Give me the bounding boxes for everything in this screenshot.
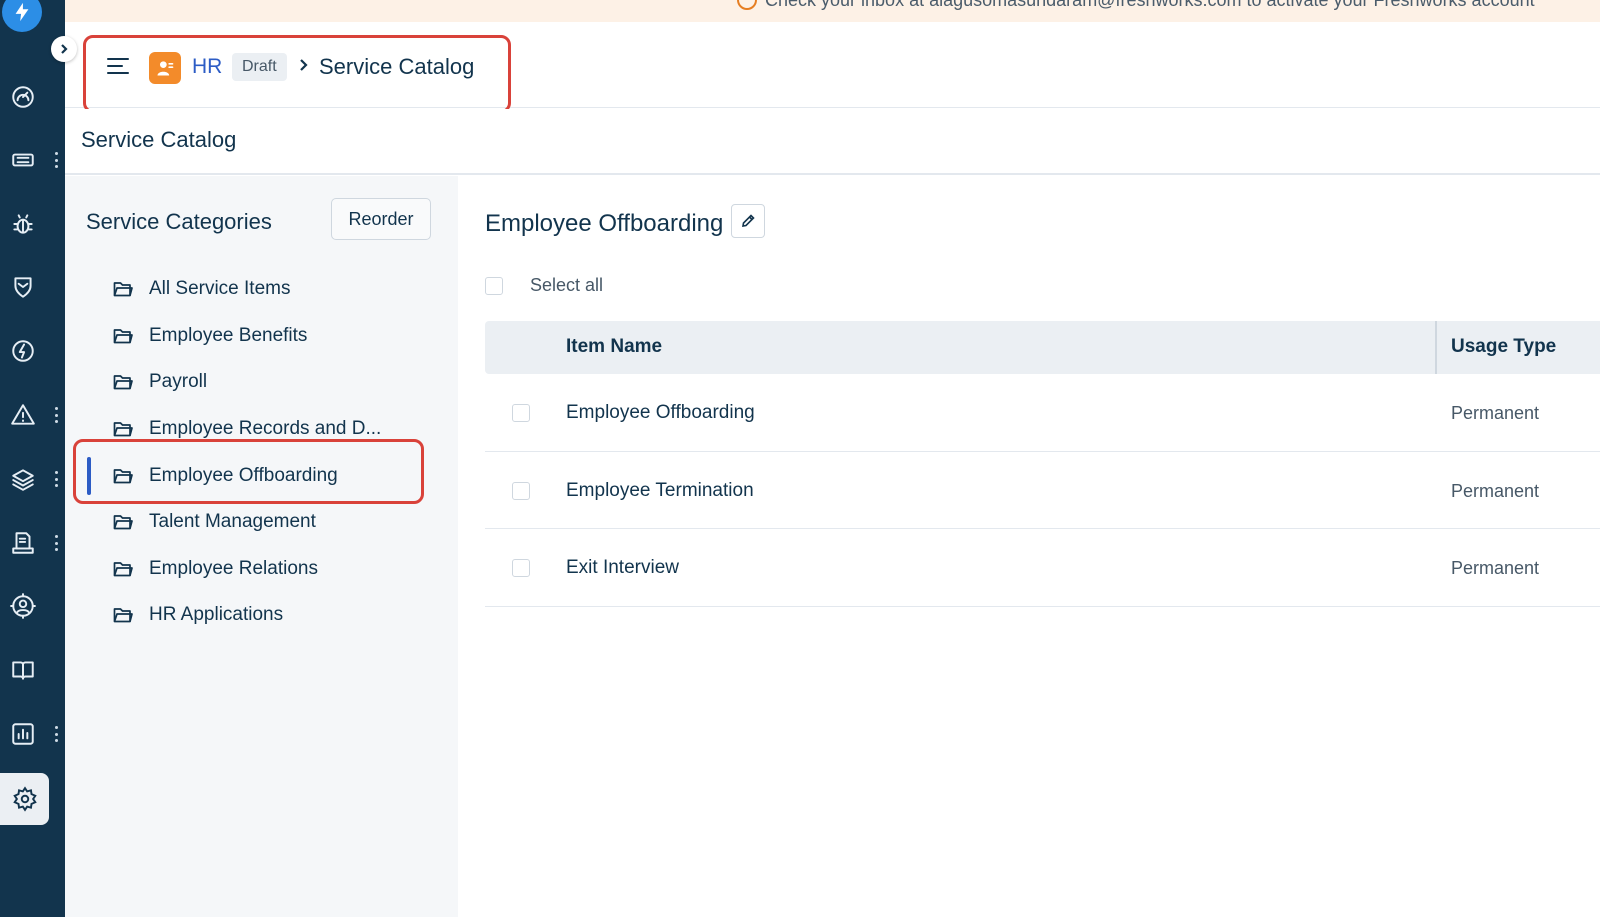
page-subheader: Service Catalog bbox=[65, 109, 1600, 175]
table-header: Item Name Usage Type bbox=[485, 321, 1600, 374]
category-item-hr-applications[interactable]: HR Applications bbox=[65, 592, 458, 639]
reorder-button[interactable]: Reorder bbox=[331, 198, 431, 240]
chevron-right-icon bbox=[297, 58, 311, 72]
expand-nav-chevron-icon[interactable] bbox=[51, 36, 77, 62]
hamburger-menu-icon[interactable] bbox=[107, 56, 131, 76]
user-circle-icon[interactable] bbox=[6, 589, 40, 623]
folder-icon bbox=[113, 280, 133, 298]
info-icon bbox=[737, 0, 757, 10]
service-categories-panel: Service Categories Reorder All Service I… bbox=[65, 176, 458, 917]
reports-icon[interactable] bbox=[6, 717, 40, 751]
folder-icon bbox=[113, 560, 133, 578]
bug-icon[interactable] bbox=[6, 207, 40, 241]
usage-type-cell: Permanent bbox=[1451, 403, 1540, 423]
category-label: Employee Benefits bbox=[149, 324, 308, 346]
select-all-label: Select all bbox=[530, 275, 604, 295]
category-label: Payroll bbox=[149, 371, 208, 393]
select-all-checkbox[interactable] bbox=[485, 276, 503, 295]
ticket-icon[interactable] bbox=[6, 143, 40, 177]
book-icon[interactable] bbox=[6, 653, 40, 687]
category-items-panel: Employee Offboarding Select all Item Nam… bbox=[458, 176, 1600, 917]
category-label: Talent Management bbox=[149, 511, 316, 533]
edit-category-button[interactable] bbox=[731, 204, 765, 238]
category-label: Employee Relations bbox=[149, 557, 318, 579]
alert-more-icon[interactable] bbox=[50, 405, 62, 425]
row-checkbox[interactable] bbox=[512, 481, 530, 500]
category-label: Employee Records and D... bbox=[149, 418, 382, 440]
item-name-cell[interactable]: Employee Termination bbox=[566, 480, 754, 502]
column-header-usage-type[interactable]: Usage Type bbox=[1451, 336, 1556, 358]
table-row[interactable]: Employee Offboarding Permanent bbox=[485, 374, 1600, 452]
table-row[interactable]: Employee Termination Permanent bbox=[485, 452, 1600, 529]
service-items-table: Item Name Usage Type Employee Offboardin… bbox=[485, 321, 1600, 607]
layers-icon[interactable] bbox=[6, 462, 40, 496]
shield-icon[interactable] bbox=[6, 270, 40, 304]
category-item-employee-records[interactable]: Employee Records and D... bbox=[65, 406, 458, 453]
folder-icon bbox=[113, 373, 133, 391]
logo-bolt-icon[interactable] bbox=[2, 0, 42, 32]
category-list: All Service Items Employee Benefits Payr… bbox=[65, 266, 458, 639]
select-all[interactable]: Select all bbox=[485, 275, 603, 296]
folder-icon bbox=[113, 467, 133, 485]
table-row[interactable]: Exit Interview Permanent bbox=[485, 529, 1600, 607]
document-more-icon[interactable] bbox=[50, 533, 62, 553]
category-item-employee-relations[interactable]: Employee Relations bbox=[65, 546, 458, 593]
category-item-payroll[interactable]: Payroll bbox=[65, 359, 458, 406]
layers-more-icon[interactable] bbox=[50, 469, 62, 489]
column-divider[interactable] bbox=[1435, 321, 1437, 374]
dashboard-icon[interactable] bbox=[6, 80, 40, 114]
hr-workspace-icon bbox=[149, 52, 181, 84]
alert-icon[interactable] bbox=[6, 398, 40, 432]
row-checkbox[interactable] bbox=[512, 404, 530, 422]
column-header-item-name[interactable]: Item Name bbox=[566, 336, 662, 358]
category-item-all-service-items[interactable]: All Service Items bbox=[65, 266, 458, 313]
breadcrumb-hr-link[interactable]: HR bbox=[192, 55, 222, 79]
category-item-talent-management[interactable]: Talent Management bbox=[65, 499, 458, 546]
folder-icon bbox=[113, 513, 133, 531]
category-title: Employee Offboarding bbox=[485, 210, 724, 237]
item-name-cell[interactable]: Exit Interview bbox=[566, 557, 679, 579]
settings-icon[interactable] bbox=[0, 773, 49, 825]
page-title: Service Catalog bbox=[81, 127, 237, 152]
usage-type-cell: Permanent bbox=[1451, 558, 1540, 578]
activation-banner: Check your inbox at alagusomasundaram@fr… bbox=[65, 0, 1600, 22]
category-label: Employee Offboarding bbox=[149, 464, 338, 486]
app-root: Check your inbox at alagusomasundaram@fr… bbox=[0, 0, 1600, 917]
item-name-cell[interactable]: Employee Offboarding bbox=[566, 402, 755, 424]
document-icon[interactable] bbox=[6, 526, 40, 560]
category-item-employee-benefits[interactable]: Employee Benefits bbox=[65, 313, 458, 360]
reports-more-icon[interactable] bbox=[50, 724, 62, 744]
breadcrumb-current: Service Catalog bbox=[319, 54, 475, 79]
banner-text: Check your inbox at alagusomasundaram@fr… bbox=[765, 0, 1535, 10]
usage-type-cell: Permanent bbox=[1451, 480, 1540, 501]
folder-icon bbox=[113, 420, 133, 438]
nav-rail bbox=[0, 0, 65, 917]
categories-heading: Service Categories bbox=[86, 209, 272, 234]
category-label: HR Applications bbox=[149, 604, 284, 626]
row-checkbox[interactable] bbox=[512, 559, 530, 577]
category-item-employee-offboarding[interactable]: Employee Offboarding bbox=[65, 452, 458, 499]
category-label: All Service Items bbox=[149, 278, 291, 300]
status-badge: Draft bbox=[232, 53, 287, 81]
change-icon[interactable] bbox=[6, 334, 40, 368]
folder-icon bbox=[113, 606, 133, 624]
ticket-more-icon[interactable] bbox=[50, 150, 62, 170]
folder-icon bbox=[113, 327, 133, 345]
top-header: HR Draft Service Catalog bbox=[65, 22, 1600, 108]
pencil-icon bbox=[742, 214, 755, 227]
